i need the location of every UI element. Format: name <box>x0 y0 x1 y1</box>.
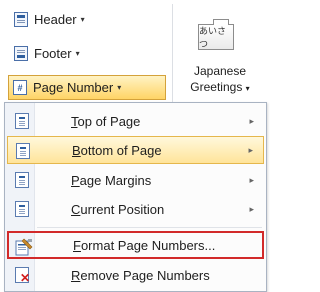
menu-item-label: Current Position <box>71 201 165 217</box>
chevron-down-icon: ▾ <box>80 14 85 24</box>
chevron-right-icon: ▸ <box>248 144 253 155</box>
top-of-page-icon <box>15 113 29 129</box>
chevron-right-icon: ▸ <box>249 174 254 185</box>
bottom-of-page-icon <box>16 143 30 159</box>
menu-item-bottom-of-page[interactable]: Bottom of Page ▸ <box>7 136 264 164</box>
footer-icon <box>14 45 28 61</box>
header-label: Header <box>34 11 77 27</box>
menu-divider <box>37 227 262 228</box>
chevron-right-icon: ▸ <box>249 203 254 214</box>
japanese-greetings-label-line2: Greetings ▾ <box>190 80 250 94</box>
japanese-greetings-button[interactable]: あいさつ Japanese Greetings ▾ <box>176 4 264 104</box>
menu-item-current-position[interactable]: Current Position ▸ <box>7 195 264 223</box>
menu-item-label: Page Margins <box>71 172 152 188</box>
footer-label: Footer <box>34 45 72 61</box>
footer-button[interactable]: Footer ▾ <box>12 42 84 64</box>
ribbon-header-footer-group: Header ▾ Footer ▾ # Page Number ▾ あいさつ J… <box>0 0 267 108</box>
page-number-icon: # <box>13 80 27 95</box>
header-icon <box>14 11 28 27</box>
page-margins-icon <box>15 172 29 188</box>
menu-item-label: Bottom of Page <box>72 142 162 158</box>
chevron-down-icon: ▾ <box>117 83 122 92</box>
page-number-dropdown-menu: Top of Page ▸ Bottom of Page ▸ Page Marg… <box>4 102 267 292</box>
japanese-greetings-icon: あいさつ <box>198 19 234 50</box>
chevron-down-icon: ▾ <box>245 84 250 93</box>
menu-item-label: Format Page Numbers... <box>73 237 216 253</box>
ribbon-separator <box>172 4 173 104</box>
page-number-button[interactable]: # Page Number ▾ <box>8 75 166 100</box>
chevron-right-icon: ▸ <box>249 115 254 126</box>
header-button[interactable]: Header ▾ <box>12 8 89 30</box>
format-page-numbers-icon <box>15 238 33 256</box>
menu-item-label: Remove Page Numbers <box>71 267 210 283</box>
remove-x-icon: ✕ <box>20 271 31 285</box>
current-position-icon <box>15 201 29 217</box>
menu-item-page-margins[interactable]: Page Margins ▸ <box>7 166 264 194</box>
menu-item-format-page-numbers[interactable]: Format Page Numbers... <box>7 231 264 259</box>
chevron-down-icon: ▾ <box>75 48 80 58</box>
page-number-label: Page Number <box>33 80 114 95</box>
menu-item-label: Top of Page <box>71 113 141 129</box>
menu-item-top-of-page[interactable]: Top of Page ▸ <box>7 107 264 135</box>
japanese-greetings-label-line1: Japanese <box>193 64 247 78</box>
menu-item-remove-page-numbers[interactable]: ✕ Remove Page Numbers <box>7 261 264 289</box>
